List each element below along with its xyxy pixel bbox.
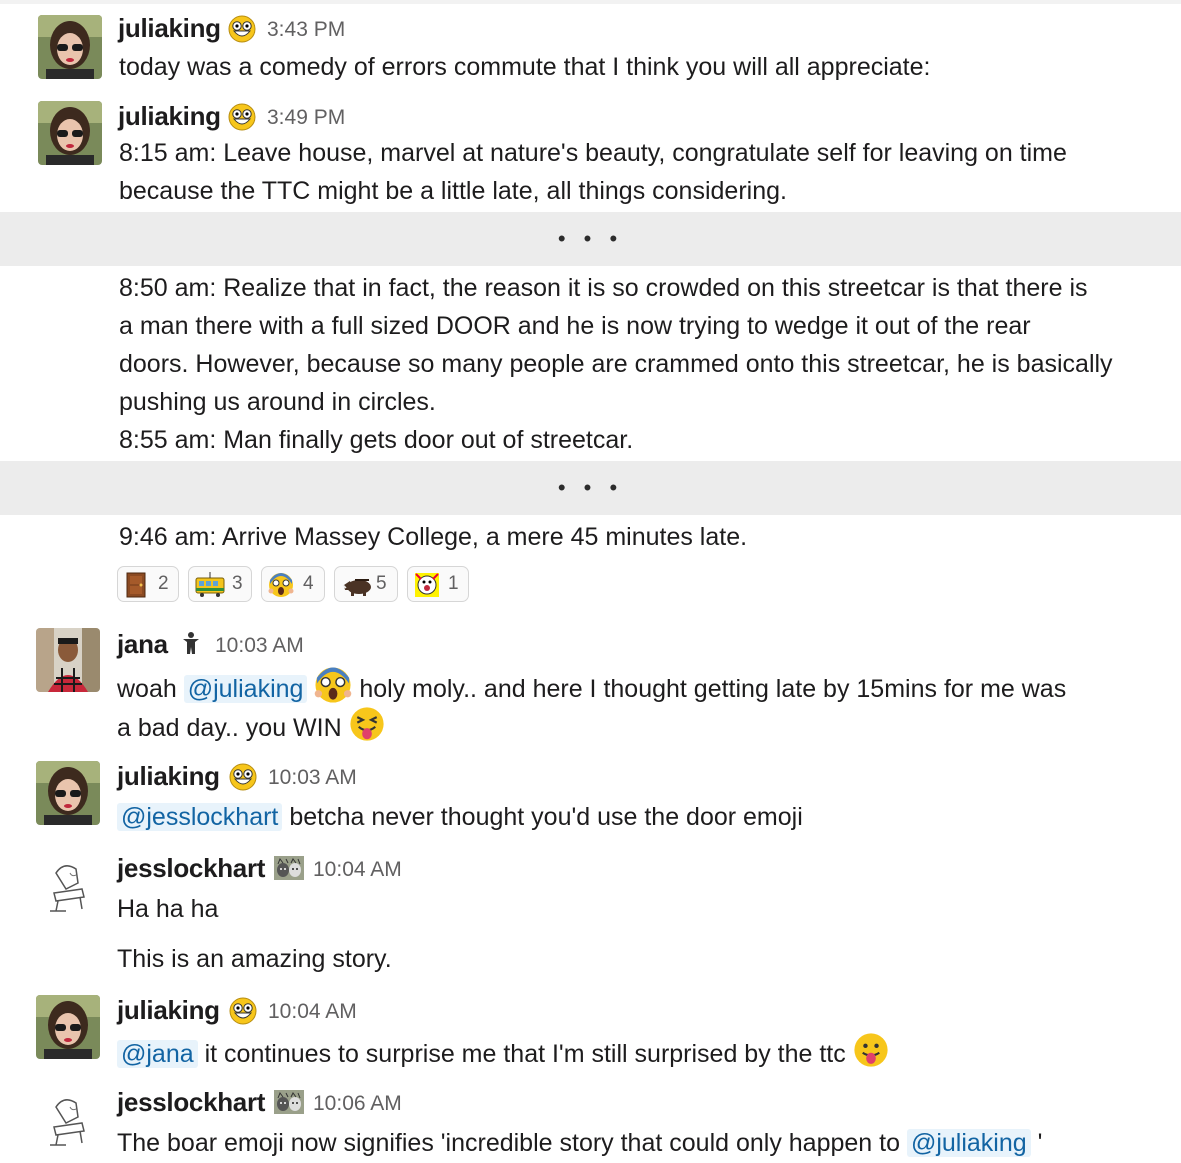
message-text-line: because the TTC might be a little late, …: [119, 177, 787, 205]
collapsed-messages-divider[interactable]: • • •: [0, 212, 1181, 266]
party-face-icon: [415, 573, 439, 597]
top-border: [0, 0, 1181, 4]
reaction-scream[interactable]: 4: [261, 566, 325, 602]
timestamp[interactable]: 10:06 AM: [313, 1089, 402, 1119]
message-text: holy moly.. and here I thought getting l…: [352, 675, 1067, 704]
timestamp[interactable]: 3:43 PM: [267, 15, 345, 45]
tram-icon: [195, 572, 225, 597]
mention-link[interactable]: @juliaking: [906, 1129, 1031, 1157]
message-text-line: a man there with a full sized DOOR and h…: [119, 312, 1031, 340]
reaction-boar[interactable]: 5: [334, 566, 398, 602]
timestamp[interactable]: 3:49 PM: [267, 103, 345, 133]
username[interactable]: juliaking: [117, 995, 220, 1025]
grinning-face-status-icon: [228, 103, 256, 136]
message-text-line: 8:55 am: Man finally gets door out of st…: [119, 426, 634, 454]
avatar-juliaking[interactable]: [38, 15, 102, 79]
reaction-tram[interactable]: 3: [188, 566, 252, 602]
message-text-line: doors. However, because so many people a…: [119, 350, 1113, 378]
tongue-face-icon: [853, 1032, 889, 1079]
message-text-line: @jana it continues to surprise me that I…: [117, 1032, 889, 1079]
avatar-juliaking[interactable]: [38, 101, 102, 165]
message-text: ': [1030, 1129, 1043, 1157]
ellipsis-icon: • • •: [557, 226, 624, 251]
cats-status-icon: [274, 1090, 304, 1119]
message-text: betcha never thought you'd use the door …: [282, 803, 803, 831]
message-text: it continues to surprise me that I'm sti…: [197, 1040, 853, 1069]
message-text-line: pushing us around in circles.: [119, 388, 436, 416]
message-text: 9:46 am: Arrive Massey College, a mere 4…: [119, 523, 748, 551]
grinning-face-status-icon: [229, 997, 257, 1030]
avatar-juliaking[interactable]: [36, 995, 100, 1059]
message-text-line: Ha ha ha: [117, 895, 219, 923]
mention-link[interactable]: @jana: [117, 1040, 198, 1069]
username[interactable]: jesslockhart: [117, 1087, 265, 1117]
message-text-line: @jesslockhart betcha never thought you'd…: [117, 798, 803, 836]
avatar-jana[interactable]: [36, 628, 100, 692]
face-screaming-icon: [268, 573, 294, 597]
message-text: woah: [117, 675, 184, 704]
reaction-count: 1: [448, 573, 459, 594]
message-text-line: 8:15 am: Leave house, marvel at nature's…: [119, 139, 1067, 167]
username[interactable]: jesslockhart: [117, 853, 265, 883]
timestamp[interactable]: 10:04 AM: [268, 997, 357, 1027]
avatar-juliaking[interactable]: [36, 761, 100, 825]
timestamp[interactable]: 10:03 AM: [215, 631, 304, 661]
username[interactable]: juliaking: [117, 761, 220, 791]
reaction-count: 2: [158, 573, 169, 594]
username[interactable]: jana: [117, 629, 168, 659]
mention-link[interactable]: @jesslockhart: [117, 803, 283, 831]
timestamp[interactable]: 10:04 AM: [313, 855, 402, 885]
reaction-door[interactable]: 2: [117, 566, 179, 602]
username[interactable]: juliaking: [118, 101, 221, 131]
avatar-jesslockhart[interactable]: [36, 853, 100, 917]
message-text-line: The boar emoji now signifies 'incredible…: [117, 1124, 1042, 1162]
timestamp[interactable]: 10:03 AM: [268, 763, 357, 793]
figure-status-icon: [178, 630, 204, 661]
message-text: today was a comedy of errors commute tha…: [119, 53, 931, 81]
boar-icon: [342, 579, 371, 596]
reaction-party-face[interactable]: 1: [407, 566, 469, 602]
reaction-count: 3: [232, 573, 243, 594]
username[interactable]: juliaking: [118, 13, 221, 43]
collapsed-messages-divider[interactable]: • • •: [0, 461, 1181, 515]
message-text-line: This is an amazing story.: [117, 945, 392, 973]
avatar-jesslockhart[interactable]: [36, 1087, 100, 1151]
reaction-count: 5: [376, 573, 387, 594]
ellipsis-icon: • • •: [557, 475, 624, 500]
message-text: a bad day.. you WIN: [117, 714, 349, 743]
grinning-face-status-icon: [229, 763, 257, 796]
reaction-count: 4: [303, 573, 314, 594]
cats-status-icon: [274, 856, 304, 885]
door-icon: [126, 572, 146, 598]
message-text-line: a bad day.. you WIN: [117, 706, 385, 753]
grinning-face-status-icon: [228, 15, 256, 48]
message-text: The boar emoji now signifies 'incredible…: [117, 1129, 907, 1157]
mention-link[interactable]: @juliaking: [183, 675, 308, 704]
squinting-tongue-face-icon: [349, 706, 385, 753]
message-text-line: 8:50 am: Realize that in fact, the reaso…: [119, 274, 1088, 302]
